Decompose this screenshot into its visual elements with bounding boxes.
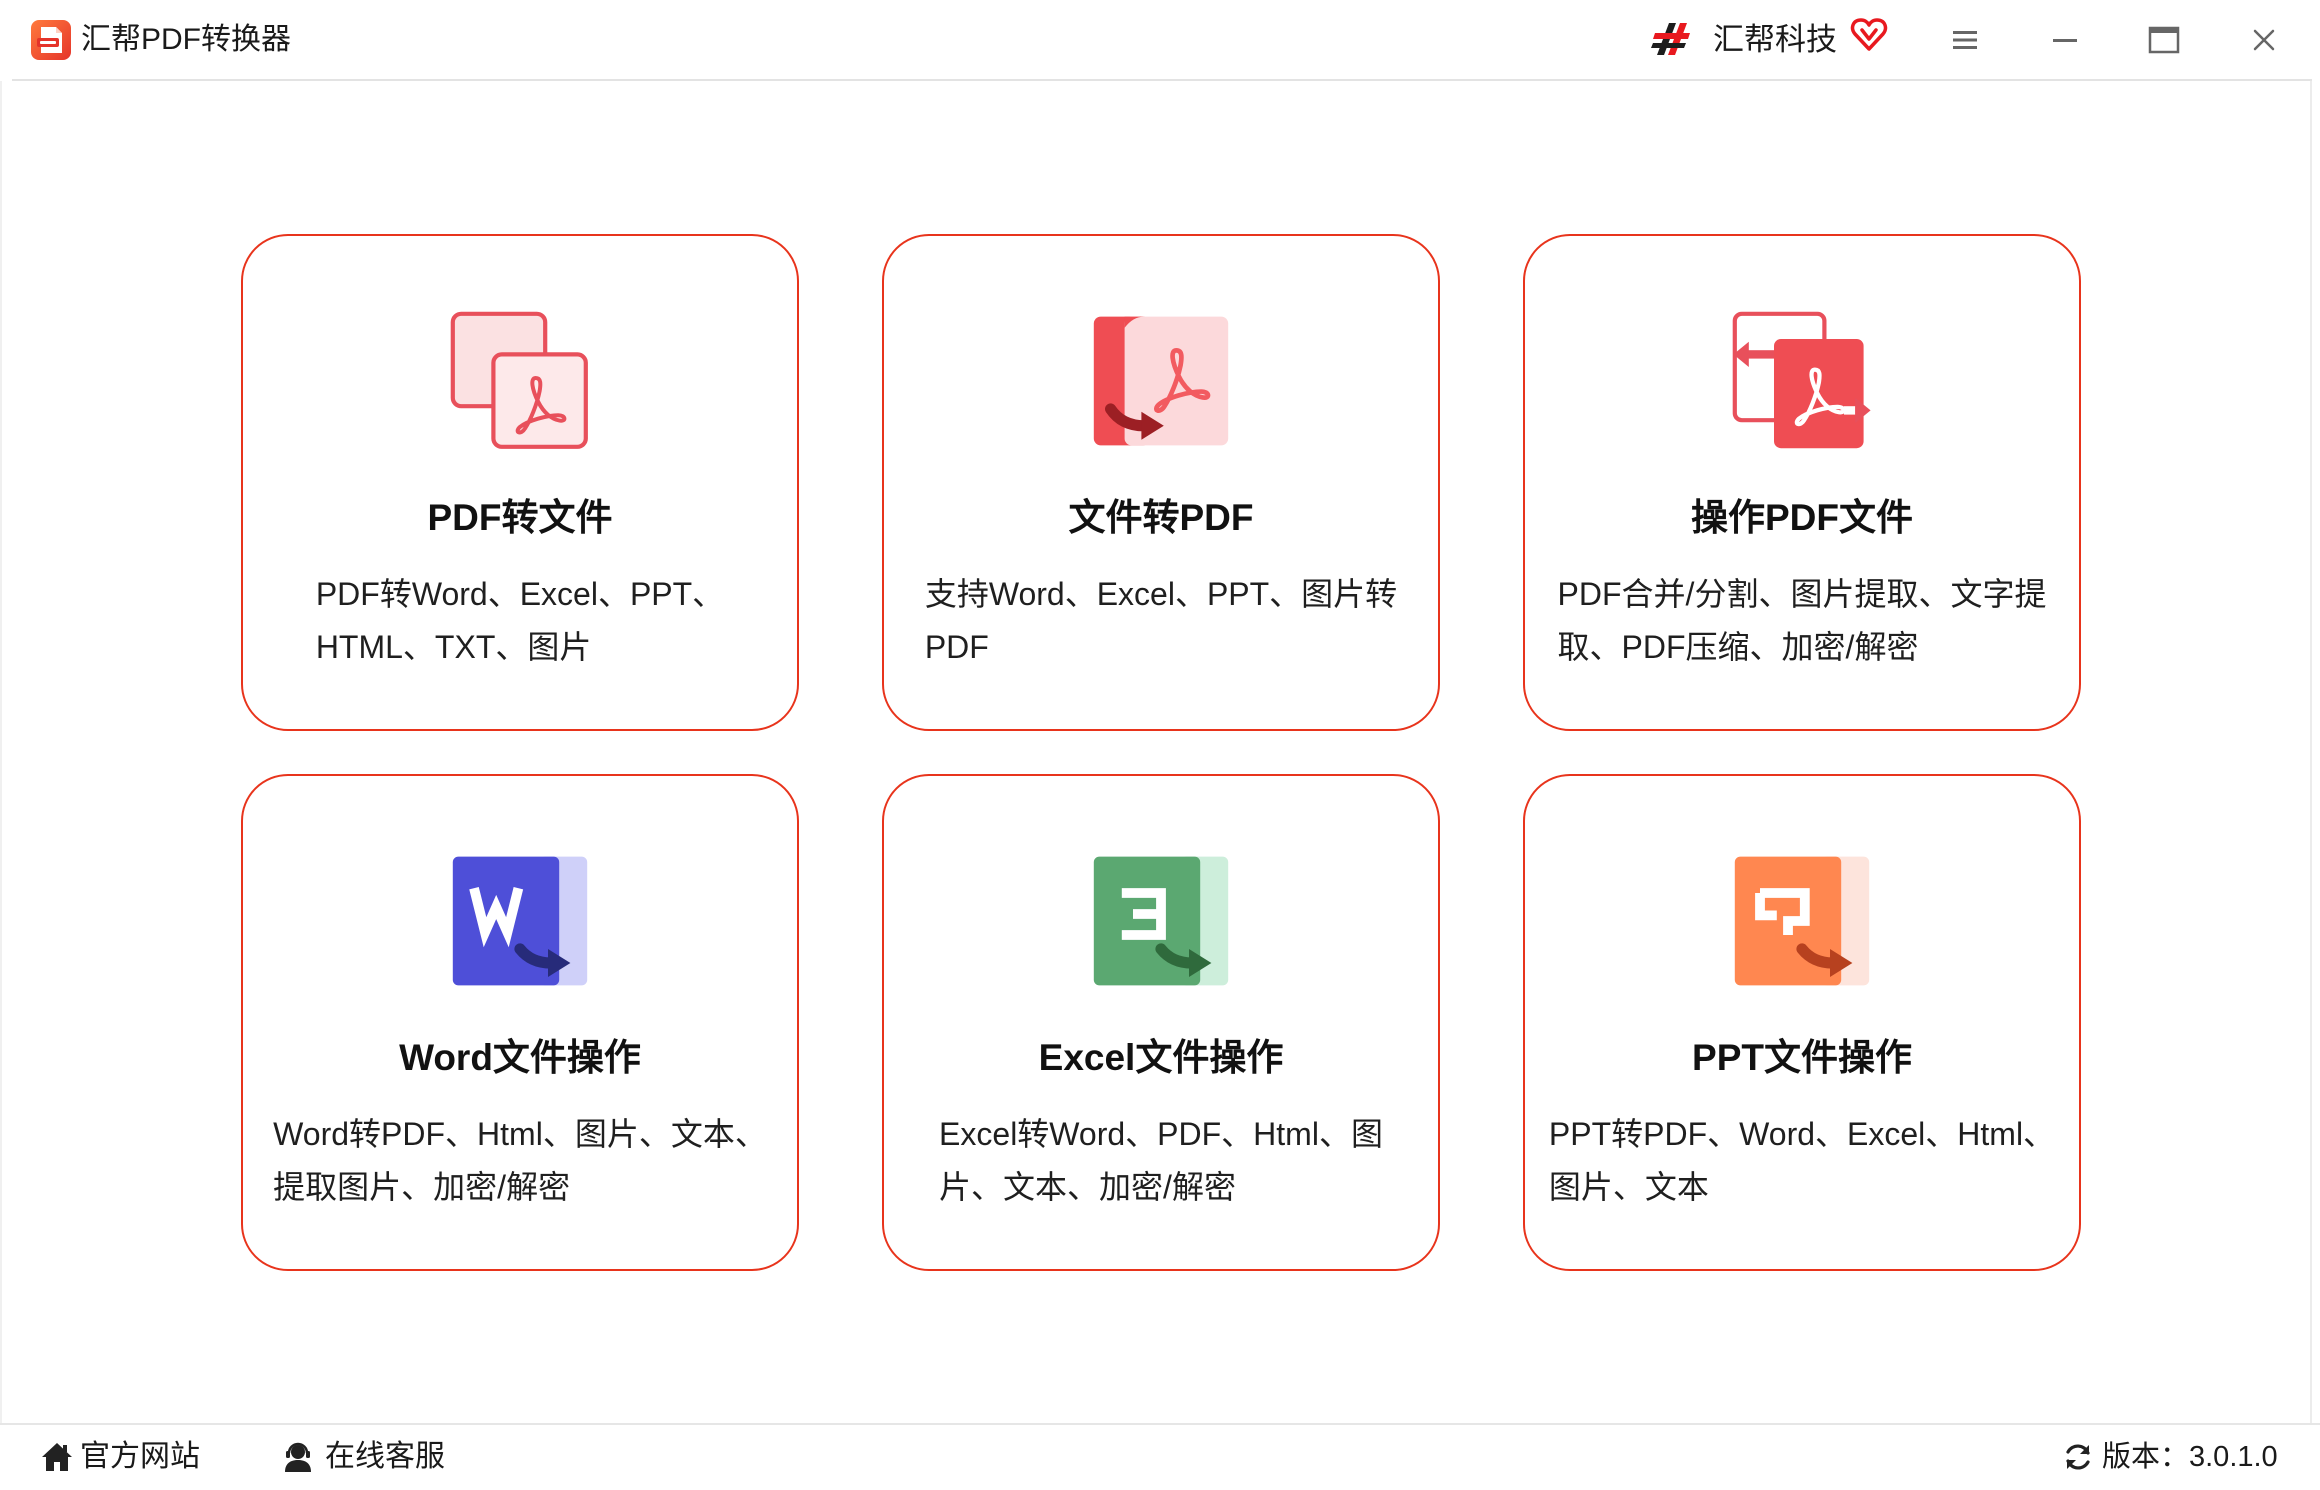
card-description-line: Word转PDF、Html、图片、文本、 [273,1116,767,1152]
close-icon[interactable] [2251,27,2277,53]
refresh-icon[interactable] [2062,1441,2094,1473]
customer-service-icon [281,1440,315,1474]
card-ppt-operations[interactable]: PPT文件操作 PPT转PDF、Word、Excel、Html、 图片、文本 [1523,774,2081,1271]
file-to-pdf-icon [1091,311,1231,451]
card-description-line: 提取图片、加密/解密 [273,1169,571,1205]
brand-name: 汇帮科技 [1713,22,1837,57]
word-file-icon [450,851,590,991]
card-title: 操作PDF文件 [1691,497,1913,538]
ppt-file-icon [1732,851,1872,991]
card-description-line: 支持Word、Excel、PPT、图片转 [924,576,1398,612]
pdf-to-file-icon [450,311,590,451]
card-description-line: Excel转Word、PDF、Html、图 [939,1116,1383,1152]
card-description: Excel转Word、PDF、Html、图 片、文本、加密/解密 [939,1108,1383,1214]
official-website-link[interactable]: 官方网站 [40,1438,200,1476]
card-description-line: HTML、TXT、图片 [315,629,592,665]
card-description: 支持Word、Excel、PPT、图片转 PDF [925,568,1397,674]
window-left-border [0,81,2,1423]
card-title: 文件转PDF [1068,497,1254,538]
version-label: 版本：3.0.1.0 [2102,1441,2278,1473]
card-file-to-pdf[interactable]: 文件转PDF 支持Word、Excel、PPT、图片转 PDF [882,234,1440,731]
menu-icon[interactable] [1950,27,1980,53]
heart-badge-icon[interactable] [1850,16,1888,54]
card-description: PDF合并/分割、图片提取、文字提 取、PDF压缩、加密/解密 [1558,568,2047,674]
card-description-line: 片、文本、加密/解密 [939,1169,1236,1205]
card-description-line: 图片、文本 [1548,1169,1709,1205]
card-title: Excel文件操作 [1038,1037,1284,1078]
huibang-logo-icon [1650,17,1694,61]
card-pdf-to-file[interactable]: PDF转文件 PDF转Word、Excel、PPT、 HTML、TXT、图片 [241,234,799,731]
footer-divider [0,1423,2320,1425]
card-description-line: 取、PDF压缩、加密/解密 [1557,629,1919,665]
card-title: PPT文件操作 [1692,1037,1912,1078]
title-bar: 汇帮PDF转换器 汇帮科技 [0,0,2320,80]
card-description: PPT转PDF、Word、Excel、Html、 图片、文本 [1549,1108,2055,1214]
version-info: 版本：3.0.1.0 [2062,1438,2278,1476]
maximize-icon[interactable] [2148,26,2180,54]
pdf-operations-icon [1732,311,1872,451]
official-website-label: 官方网站 [80,1440,200,1473]
card-description-line: PDF合并/分割、图片提取、文字提 [1557,576,2047,612]
card-word-operations[interactable]: Word文件操作 Word转PDF、Html、图片、文本、 提取图片、加密/解密 [241,774,799,1271]
card-title: Word文件操作 [399,1037,641,1078]
minimize-icon[interactable] [2050,26,2080,54]
card-description: Word转PDF、Html、图片、文本、 提取图片、加密/解密 [273,1108,767,1214]
card-description: PDF转Word、Excel、PPT、 HTML、TXT、图片 [316,568,724,674]
online-support-label: 在线客服 [325,1440,445,1473]
card-description-line: PDF [924,629,989,665]
app-title: 汇帮PDF转换器 [81,23,291,56]
home-icon [40,1440,74,1474]
card-description-line: PDF转Word、Excel、PPT、 [315,576,725,612]
pdf-app-icon [30,19,72,61]
card-excel-operations[interactable]: Excel文件操作 Excel转Word、PDF、Html、图 片、文本、加密/… [882,774,1440,1271]
online-support-link[interactable]: 在线客服 [281,1438,445,1476]
feature-grid: PDF转文件 PDF转Word、Excel、PPT、 HTML、TXT、图片 文… [241,234,2081,1271]
title-bar-divider [12,79,2312,81]
card-pdf-operations[interactable]: 操作PDF文件 PDF合并/分割、图片提取、文字提 取、PDF压缩、加密/解密 [1523,234,2081,731]
card-description-line: PPT转PDF、Word、Excel、Html、 [1548,1116,2056,1152]
excel-file-icon [1091,851,1231,991]
card-title: PDF转文件 [427,497,613,538]
window-right-border [2310,81,2312,1423]
